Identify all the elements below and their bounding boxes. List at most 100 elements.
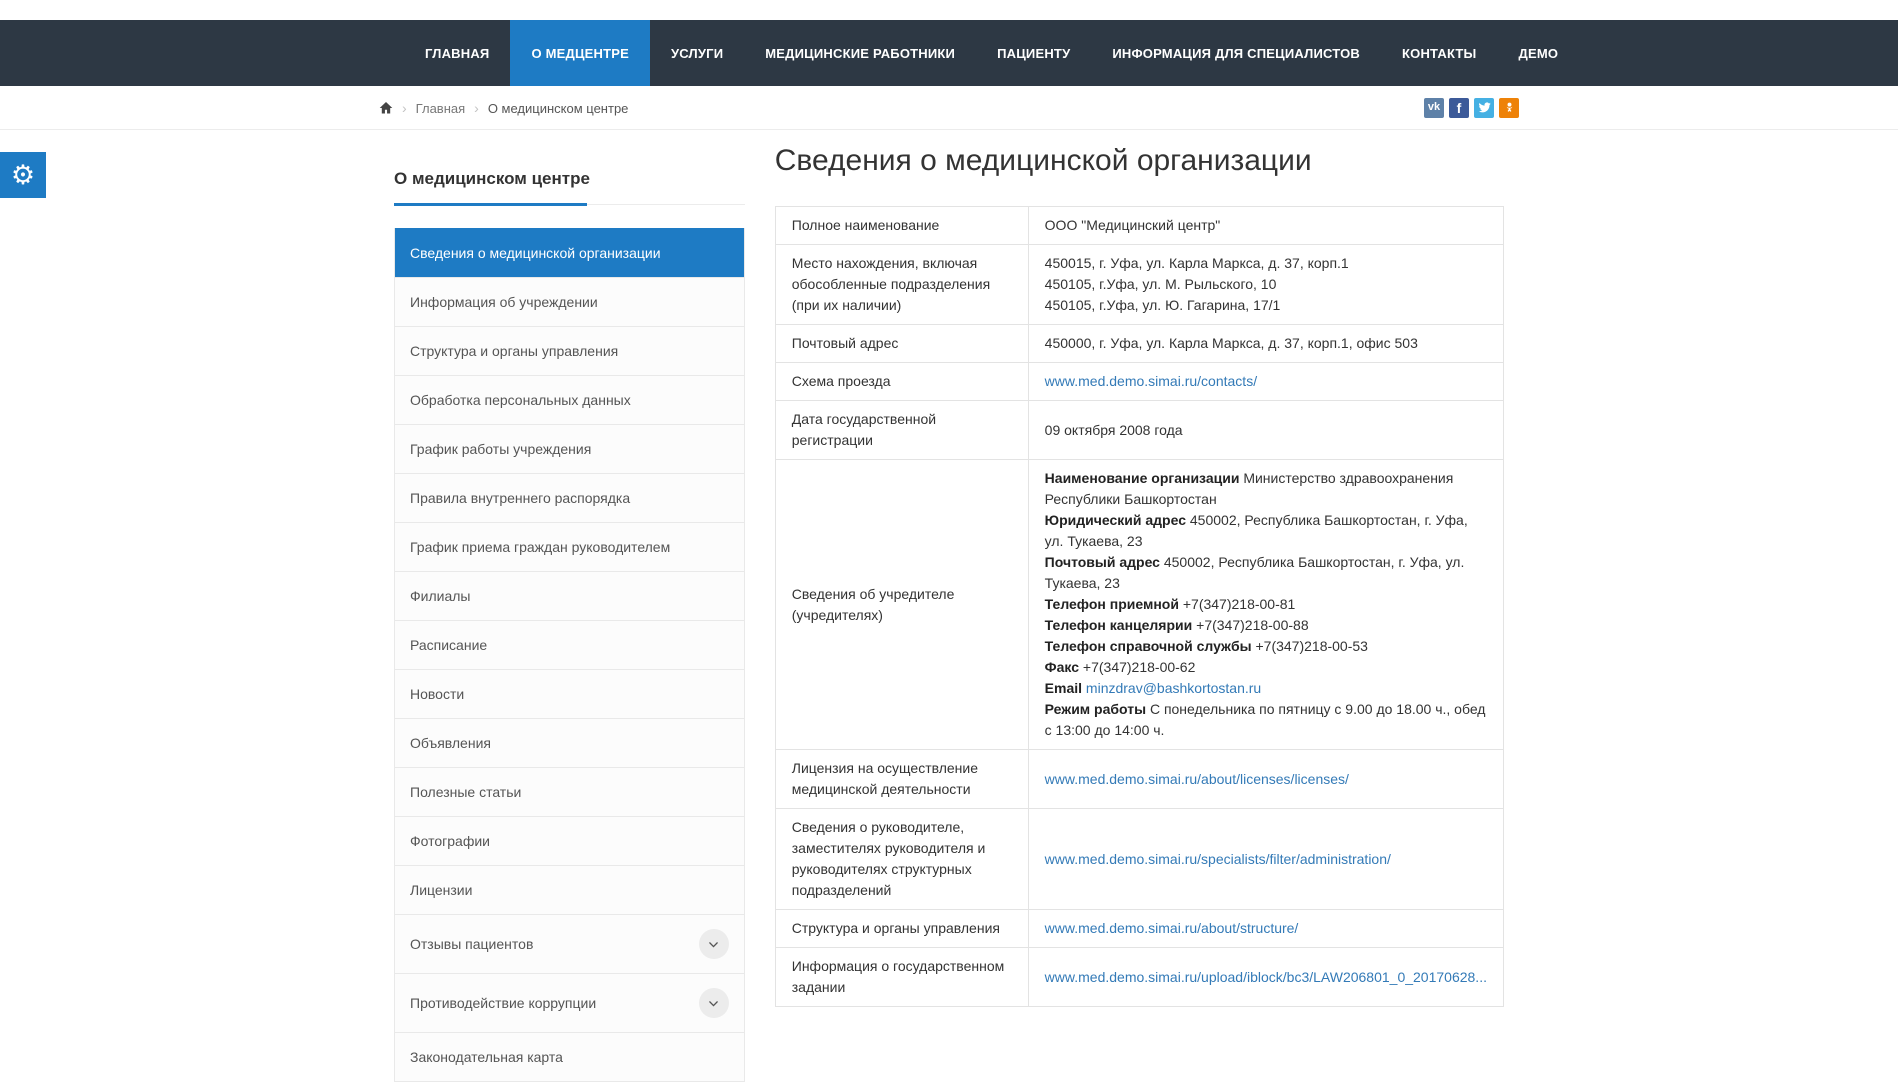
sidebar-item[interactable]: График приема граждан руководителем xyxy=(395,522,744,571)
nav-item[interactable]: МЕДИЦИНСКИЕ РАБОТНИКИ xyxy=(744,20,976,86)
sidebar-item-label: Противодействие коррупции xyxy=(410,995,596,1011)
sidebar-item[interactable]: Фотографии xyxy=(395,816,744,865)
expand-toggle[interactable] xyxy=(699,988,729,1018)
sidebar-item[interactable]: Информация об учреждении xyxy=(395,277,744,326)
sidebar-item[interactable]: График работы учреждения xyxy=(395,424,744,473)
sidebar-item[interactable]: Противодействие коррупции xyxy=(395,973,744,1032)
sidebar-item[interactable]: Правила внутреннего распорядка xyxy=(395,473,744,522)
sidebar-item[interactable]: Расписание xyxy=(395,620,744,669)
value-link[interactable]: www.med.demo.simai.ru/upload/iblock/bc3/… xyxy=(1045,969,1487,985)
settings-button[interactable]: ⚙ xyxy=(0,152,46,198)
vk-social-button[interactable]: vk xyxy=(1424,98,1444,118)
sidebar-item-label: Правила внутреннего распорядка xyxy=(410,490,630,506)
breadcrumb-link[interactable]: Главная xyxy=(416,101,465,116)
sidebar-item-label: Расписание xyxy=(410,637,487,653)
chevron-down-icon xyxy=(707,938,720,951)
row-label: Дата государственной регистрации xyxy=(775,401,1028,460)
sidebar-item[interactable]: Лицензии xyxy=(395,865,744,914)
value-link[interactable]: www.med.demo.simai.ru/about/licenses/lic… xyxy=(1045,771,1349,787)
row-label: Сведения об учредителе (учредителях) xyxy=(775,460,1028,750)
page-title: Сведения о медицинской организации xyxy=(775,144,1504,178)
table-row: Дата государственной регистрации09 октяб… xyxy=(775,401,1503,460)
email-link[interactable]: minzdrav@bashkortostan.ru xyxy=(1086,680,1261,696)
sidebar-item-label: Сведения о медицинской организации xyxy=(410,245,661,261)
table-row: Схема проезда www.med.demo.simai.ru/conta… xyxy=(775,363,1503,401)
value-line: 450105, г.Уфа, ул. Ю. Гагарина, 17/1 xyxy=(1045,295,1487,316)
home-icon[interactable] xyxy=(379,101,393,115)
sidebar-item-label: Полезные статьи xyxy=(410,784,521,800)
nav-item[interactable]: ГЛАВНАЯ xyxy=(404,20,510,86)
labeled-value: Email minzdrav@bashkortostan.ru xyxy=(1045,678,1487,699)
labeled-value: Факс +7(347)218-00-62 xyxy=(1045,657,1487,678)
sidebar-item-label: Фотографии xyxy=(410,833,490,849)
labeled-value: Юридический адрес 450002, Республика Баш… xyxy=(1045,510,1487,552)
nav-item[interactable]: УСЛУГИ xyxy=(650,20,744,86)
value-line: 450015, г. Уфа, ул. Карла Маркса, д. 37,… xyxy=(1045,253,1487,274)
twitter-social-button[interactable] xyxy=(1474,98,1494,118)
value-link[interactable]: www.med.demo.simai.ru/contacts/ xyxy=(1045,373,1257,389)
table-row: Полное наименованиеООО "Медицинский цент… xyxy=(775,207,1503,245)
sidebar-menu: Сведения о медицинской организации Информ… xyxy=(394,228,745,1082)
nav-item[interactable]: ИНФОРМАЦИЯ ДЛЯ СПЕЦИАЛИСТОВ xyxy=(1091,20,1381,86)
row-label: Сведения о руководителе, заместителях ру… xyxy=(775,809,1028,910)
labeled-value: Телефон канцелярии +7(347)218-00-88 xyxy=(1045,615,1487,636)
expand-toggle[interactable] xyxy=(699,929,729,959)
value-line: 450000, г. Уфа, ул. Карла Маркса, д. 37,… xyxy=(1045,333,1487,354)
row-value: www.med.demo.simai.ru/contacts/ xyxy=(1028,363,1503,401)
sidebar-item[interactable]: Структура и органы управления xyxy=(395,326,744,375)
nav-item[interactable]: КОНТАКТЫ xyxy=(1381,20,1497,86)
main-navbar: ГЛАВНАЯО МЕДЦЕНТРЕУСЛУГИМЕДИЦИНСКИЕ РАБО… xyxy=(0,20,1898,86)
nav-item[interactable]: ДЕМО xyxy=(1497,20,1579,86)
sidebar-item-label: График работы учреждения xyxy=(410,441,591,457)
row-value: www.med.demo.simai.ru/upload/iblock/bc3/… xyxy=(1028,948,1503,1007)
sidebar-item-label: Новости xyxy=(410,686,464,702)
row-value: www.med.demo.simai.ru/specialists/filter… xyxy=(1028,809,1503,910)
sidebar-item[interactable]: Законодательная карта xyxy=(395,1032,744,1081)
sidebar-item[interactable]: Филиалы xyxy=(395,571,744,620)
table-row: Почтовый адрес450000, г. Уфа, ул. Карла … xyxy=(775,325,1503,363)
row-label: Структура и органы управления xyxy=(775,910,1028,948)
labeled-value: Почтовый адрес 450002, Республика Башкор… xyxy=(1045,552,1487,594)
sidebar-item[interactable]: Отзывы пациентов xyxy=(395,914,744,973)
table-row: Информация о государственном заданииwww.… xyxy=(775,948,1503,1007)
value-link[interactable]: www.med.demo.simai.ru/specialists/filter… xyxy=(1045,851,1391,867)
sidebar-item-label: Структура и органы управления xyxy=(410,343,618,359)
value-link[interactable]: www.med.demo.simai.ru/about/structure/ xyxy=(1045,920,1299,936)
facebook-social-button[interactable]: f xyxy=(1449,98,1469,118)
value-line: 450105, г.Уфа, ул. М. Рыльского, 10 xyxy=(1045,274,1487,295)
vk-icon: vk xyxy=(1428,102,1440,113)
row-label: Схема проезда xyxy=(775,363,1028,401)
odnoklassniki-social-button[interactable] xyxy=(1499,98,1519,118)
row-value: 450015, г. Уфа, ул. Карла Маркса, д. 37,… xyxy=(1028,245,1503,325)
table-row: Структура и органы управления www.med.dem… xyxy=(775,910,1503,948)
row-value: www.med.demo.simai.ru/about/structure/ xyxy=(1028,910,1503,948)
row-value: 450000, г. Уфа, ул. Карла Маркса, д. 37,… xyxy=(1028,325,1503,363)
nav-item[interactable]: О МЕДЦЕНТРЕ xyxy=(510,20,650,86)
odnoklassniki-icon xyxy=(1503,101,1516,114)
table-row: Сведения об учредителе (учредителях)Наим… xyxy=(775,460,1503,750)
sidebar-item[interactable]: Полезные статьи xyxy=(395,767,744,816)
labeled-value: Телефон справочной службы +7(347)218-00-… xyxy=(1045,636,1487,657)
breadcrumb: ›Главная›О медицинском центре xyxy=(379,100,628,116)
sidebar-item-label: Законодательная карта xyxy=(410,1049,563,1065)
breadcrumb-bar: ›Главная›О медицинском центре vkf xyxy=(0,86,1898,130)
nav-item[interactable]: ПАЦИЕНТУ xyxy=(976,20,1091,86)
sidebar-item[interactable]: Объявления xyxy=(395,718,744,767)
breadcrumb-separator: › xyxy=(402,100,407,116)
sidebar-item-label: Обработка персональных данных xyxy=(410,392,631,408)
sidebar-item-label: Объявления xyxy=(410,735,491,751)
sidebar: О медицинском центре Сведения о медицинс… xyxy=(379,130,760,1082)
row-value: ООО "Медицинский центр" xyxy=(1028,207,1503,245)
sidebar-item[interactable]: Сведения о медицинской организации xyxy=(395,228,744,277)
row-label: Лицензия на осуществление медицинской де… xyxy=(775,750,1028,809)
table-row: Лицензия на осуществление медицинской де… xyxy=(775,750,1503,809)
sidebar-item[interactable]: Обработка персональных данных xyxy=(395,375,744,424)
sidebar-item-label: Лицензии xyxy=(410,882,472,898)
chevron-down-icon xyxy=(707,997,720,1010)
sidebar-title: О медицинском центре xyxy=(394,169,745,205)
labeled-value: Телефон приемной +7(347)218-00-81 xyxy=(1045,594,1487,615)
row-value: 09 октября 2008 года xyxy=(1028,401,1503,460)
sidebar-item[interactable]: Новости xyxy=(395,669,744,718)
breadcrumb-separator: › xyxy=(474,100,479,116)
row-label: Полное наименование xyxy=(775,207,1028,245)
